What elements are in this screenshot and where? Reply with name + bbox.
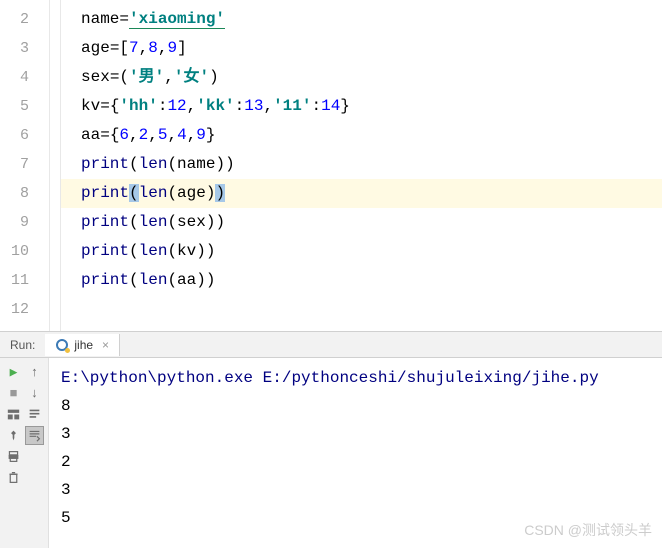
output-line: 3 xyxy=(61,420,650,448)
line-number: 5 xyxy=(0,92,49,121)
line-number: 11 xyxy=(0,266,49,295)
run-panel: Run: jihe × ▶ ↑ ■ ↓ xyxy=(0,332,662,548)
tab-title: jihe xyxy=(74,338,93,352)
run-label: Run: xyxy=(0,338,45,352)
editor-area: 2 3 4 5 6 7 8 9 10 11 12 name='xiaoming'… xyxy=(0,0,662,332)
soft-wrap-button[interactable] xyxy=(25,405,44,424)
scroll-down-button[interactable]: ↓ xyxy=(25,384,44,403)
run-tab[interactable]: jihe × xyxy=(45,334,120,356)
print-button[interactable] xyxy=(4,447,23,466)
output-line: 8 xyxy=(61,392,650,420)
console-output[interactable]: E:\python\python.exe E:/pythonceshi/shuj… xyxy=(48,358,662,548)
line-number: 2 xyxy=(0,5,49,34)
code-line-9[interactable]: print(len(sex)) xyxy=(61,208,662,237)
line-number: 8 xyxy=(0,179,49,208)
line-number: 3 xyxy=(0,34,49,63)
run-header: Run: jihe × xyxy=(0,332,662,358)
output-line: 3 xyxy=(61,476,650,504)
trash-button[interactable] xyxy=(4,468,23,487)
code-line-6[interactable]: aa={6,2,5,4,9} xyxy=(61,121,662,150)
line-number: 4 xyxy=(0,63,49,92)
code-area[interactable]: name='xiaoming' age=[7,8,9] sex=('男','女'… xyxy=(60,0,662,331)
line-number: 9 xyxy=(0,208,49,237)
scroll-up-button[interactable]: ↑ xyxy=(25,363,44,382)
gutter: 2 3 4 5 6 7 8 9 10 11 12 xyxy=(0,0,50,331)
rerun-button[interactable]: ▶ xyxy=(4,363,23,382)
code-line-3[interactable]: age=[7,8,9] xyxy=(61,34,662,63)
code-line-10[interactable]: print(len(kv)) xyxy=(61,237,662,266)
code-line-2[interactable]: name='xiaoming' xyxy=(61,5,662,34)
code-line-8[interactable]: print(len(age)) xyxy=(61,179,662,208)
run-toolbar: ▶ ↑ ■ ↓ xyxy=(0,358,48,548)
close-icon[interactable]: × xyxy=(102,338,109,352)
code-line-11[interactable]: print(len(aa)) xyxy=(61,266,662,295)
line-number: 12 xyxy=(0,295,49,324)
line-number: 7 xyxy=(0,150,49,179)
output-line: 5 xyxy=(61,504,650,532)
code-line-7[interactable]: print(len(name)) xyxy=(61,150,662,179)
line-number: 6 xyxy=(0,121,49,150)
code-line-4[interactable]: sex=('男','女') xyxy=(61,63,662,92)
scroll-to-end-button[interactable] xyxy=(25,426,44,445)
output-command: E:\python\python.exe E:/pythonceshi/shuj… xyxy=(61,364,650,392)
layout-button[interactable] xyxy=(4,405,23,424)
pin-button[interactable] xyxy=(4,426,23,445)
code-line-5[interactable]: kv={'hh':12,'kk':13,'11':14} xyxy=(61,92,662,121)
python-file-icon xyxy=(55,338,69,352)
spacer xyxy=(25,447,44,466)
line-number: 10 xyxy=(0,237,49,266)
output-line: 2 xyxy=(61,448,650,476)
stop-button[interactable]: ■ xyxy=(4,384,23,403)
